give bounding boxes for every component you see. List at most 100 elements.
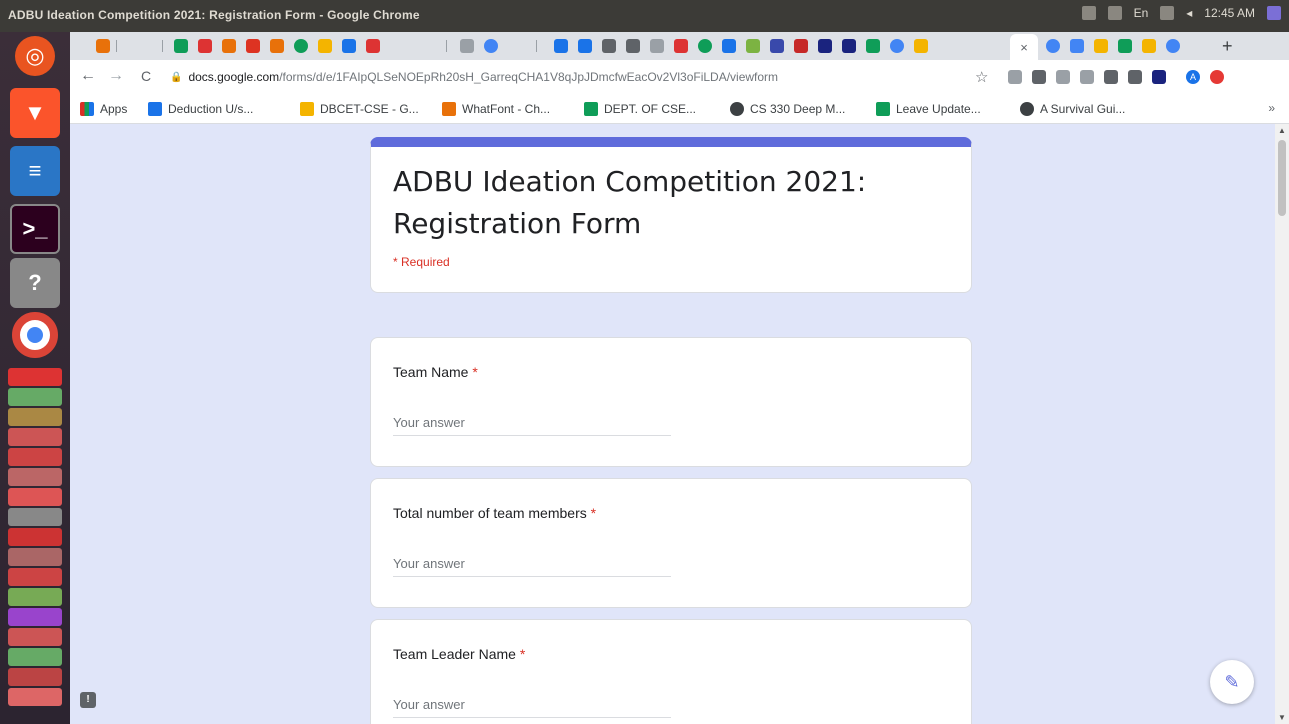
scroll-down-icon[interactable]: ▼ [1278,713,1286,722]
team-name-input[interactable] [393,410,671,436]
battery-icon[interactable] [1160,6,1175,20]
app-stack-icon[interactable] [8,528,62,546]
tab-favicon[interactable] [770,39,784,53]
app-stack-icon[interactable] [8,488,62,506]
app-stack-icon[interactable] [8,648,62,666]
bookmarks-overflow-button[interactable]: » [1268,101,1275,115]
profile-avatar[interactable]: A [1186,70,1200,84]
app-stack-icon[interactable] [8,628,62,646]
tab-favicon[interactable] [842,39,856,53]
address-bar[interactable]: 🔒 docs.google.com/forms/d/e/1FAIpQLSeNOE… [170,64,1050,90]
tab-favicon[interactable] [318,39,332,53]
bookmark-item[interactable]: DEPT. OF CSE... [584,102,696,116]
app-stack-icon[interactable] [8,388,62,406]
tab-favicon[interactable] [626,39,640,53]
dropbox-icon[interactable] [1081,6,1096,20]
help-icon[interactable]: ? [10,258,60,308]
network-icon[interactable] [1107,6,1122,20]
keyboard-layout[interactable]: En [1134,6,1149,20]
tab-favicon[interactable] [198,39,212,53]
tab-favicon[interactable] [650,39,664,53]
tab-favicon[interactable] [674,39,688,53]
app-stack-icon[interactable] [8,548,62,566]
terminal-icon[interactable]: >_ [10,204,60,254]
app-stack-icon[interactable] [8,588,62,606]
extension-icon[interactable] [1104,70,1118,84]
apps-shortcut[interactable]: Apps [80,102,127,116]
volume-icon[interactable]: ◂ [1186,6,1192,20]
app-stack-icon[interactable] [8,468,62,486]
tab-favicon[interactable] [1118,39,1132,53]
app-stack-icon[interactable] [8,508,62,526]
extension-icon[interactable] [1128,70,1142,84]
bookmark-star-icon[interactable]: ☆ [975,68,988,86]
tab-favicon[interactable] [1070,39,1084,53]
tab-favicon[interactable] [270,39,284,53]
app-stack-icon[interactable] [8,428,62,446]
active-tab[interactable]: × [1010,34,1038,60]
tab-favicon[interactable] [794,39,808,53]
tab-favicon[interactable] [1166,39,1180,53]
close-tab-icon[interactable]: × [1020,40,1028,55]
app-stack-icon[interactable] [8,608,62,626]
app-stack-icon[interactable] [8,408,62,426]
tab-favicon[interactable] [818,39,832,53]
reload-icon[interactable]: C [136,68,156,84]
ubuntu-logo-icon[interactable]: ◎ [15,36,55,76]
bookmark-item[interactable]: Deduction U/s... [148,102,253,116]
back-icon[interactable]: ← [78,67,98,85]
tab-favicon[interactable] [96,39,110,53]
tab-favicon[interactable] [222,39,236,53]
clock[interactable]: 12:45 AM [1204,6,1255,20]
dropper-extension-icon[interactable] [1056,70,1070,84]
globe-icon [730,102,744,116]
tab-favicon[interactable] [746,39,760,53]
scroll-up-icon[interactable]: ▲ [1278,126,1286,135]
brave-icon[interactable]: ▼ [10,88,60,138]
edit-pencil-button[interactable]: ✎ [1210,660,1254,704]
app-stack-icon[interactable] [8,368,62,386]
bookmark-item[interactable]: Leave Update... [876,102,981,116]
team-leader-input[interactable] [393,692,671,718]
tab-favicon[interactable] [1094,39,1108,53]
tab-favicon[interactable] [722,39,736,53]
chrome-icon[interactable] [12,312,58,358]
team-members-input[interactable] [393,551,671,577]
app-stack-icon[interactable] [8,448,62,466]
opera-icon[interactable] [1210,70,1224,84]
extension-icon[interactable] [1152,70,1166,84]
tab-favicon[interactable] [1046,39,1060,53]
tab-favicon[interactable] [890,39,904,53]
scrollbar-thumb[interactable] [1278,140,1286,216]
tab-favicon[interactable] [578,39,592,53]
session-icon[interactable] [1267,6,1281,20]
tab-favicon[interactable] [294,39,308,53]
pocket-extension-icon[interactable] [1080,70,1094,84]
tab-favicon[interactable] [602,39,616,53]
writer-icon[interactable]: ≡ [10,146,60,196]
forward-icon[interactable]: → [106,67,126,85]
extension-icon[interactable] [1008,70,1022,84]
tab-favicon[interactable] [866,39,880,53]
tab-favicon[interactable] [460,39,474,53]
tab-favicon[interactable] [342,39,356,53]
bookmark-item[interactable]: WhatFont - Ch... [442,102,550,116]
tab-favicon[interactable] [174,39,188,53]
whatfont-extension-icon[interactable] [1032,70,1046,84]
page-scrollbar[interactable]: ▲ ▼ [1275,124,1289,724]
app-stack-icon[interactable] [8,568,62,586]
tab-favicon[interactable] [366,39,380,53]
bookmark-item[interactable]: DBCET-CSE - G... [300,102,419,116]
tab-favicon[interactable] [554,39,568,53]
new-tab-button[interactable]: + [1222,36,1233,57]
tab-favicon[interactable] [914,39,928,53]
tab-favicon[interactable] [246,39,260,53]
bookmark-item[interactable]: CS 330 Deep M... [730,102,845,116]
tab-favicon[interactable] [1142,39,1156,53]
app-stack-icon[interactable] [8,668,62,686]
tab-favicon[interactable] [698,39,712,53]
tab-favicon[interactable] [484,39,498,53]
bookmark-item[interactable]: A Survival Gui... [1020,102,1125,116]
feedback-icon[interactable]: ! [80,692,96,708]
app-stack-icon[interactable] [8,688,62,706]
